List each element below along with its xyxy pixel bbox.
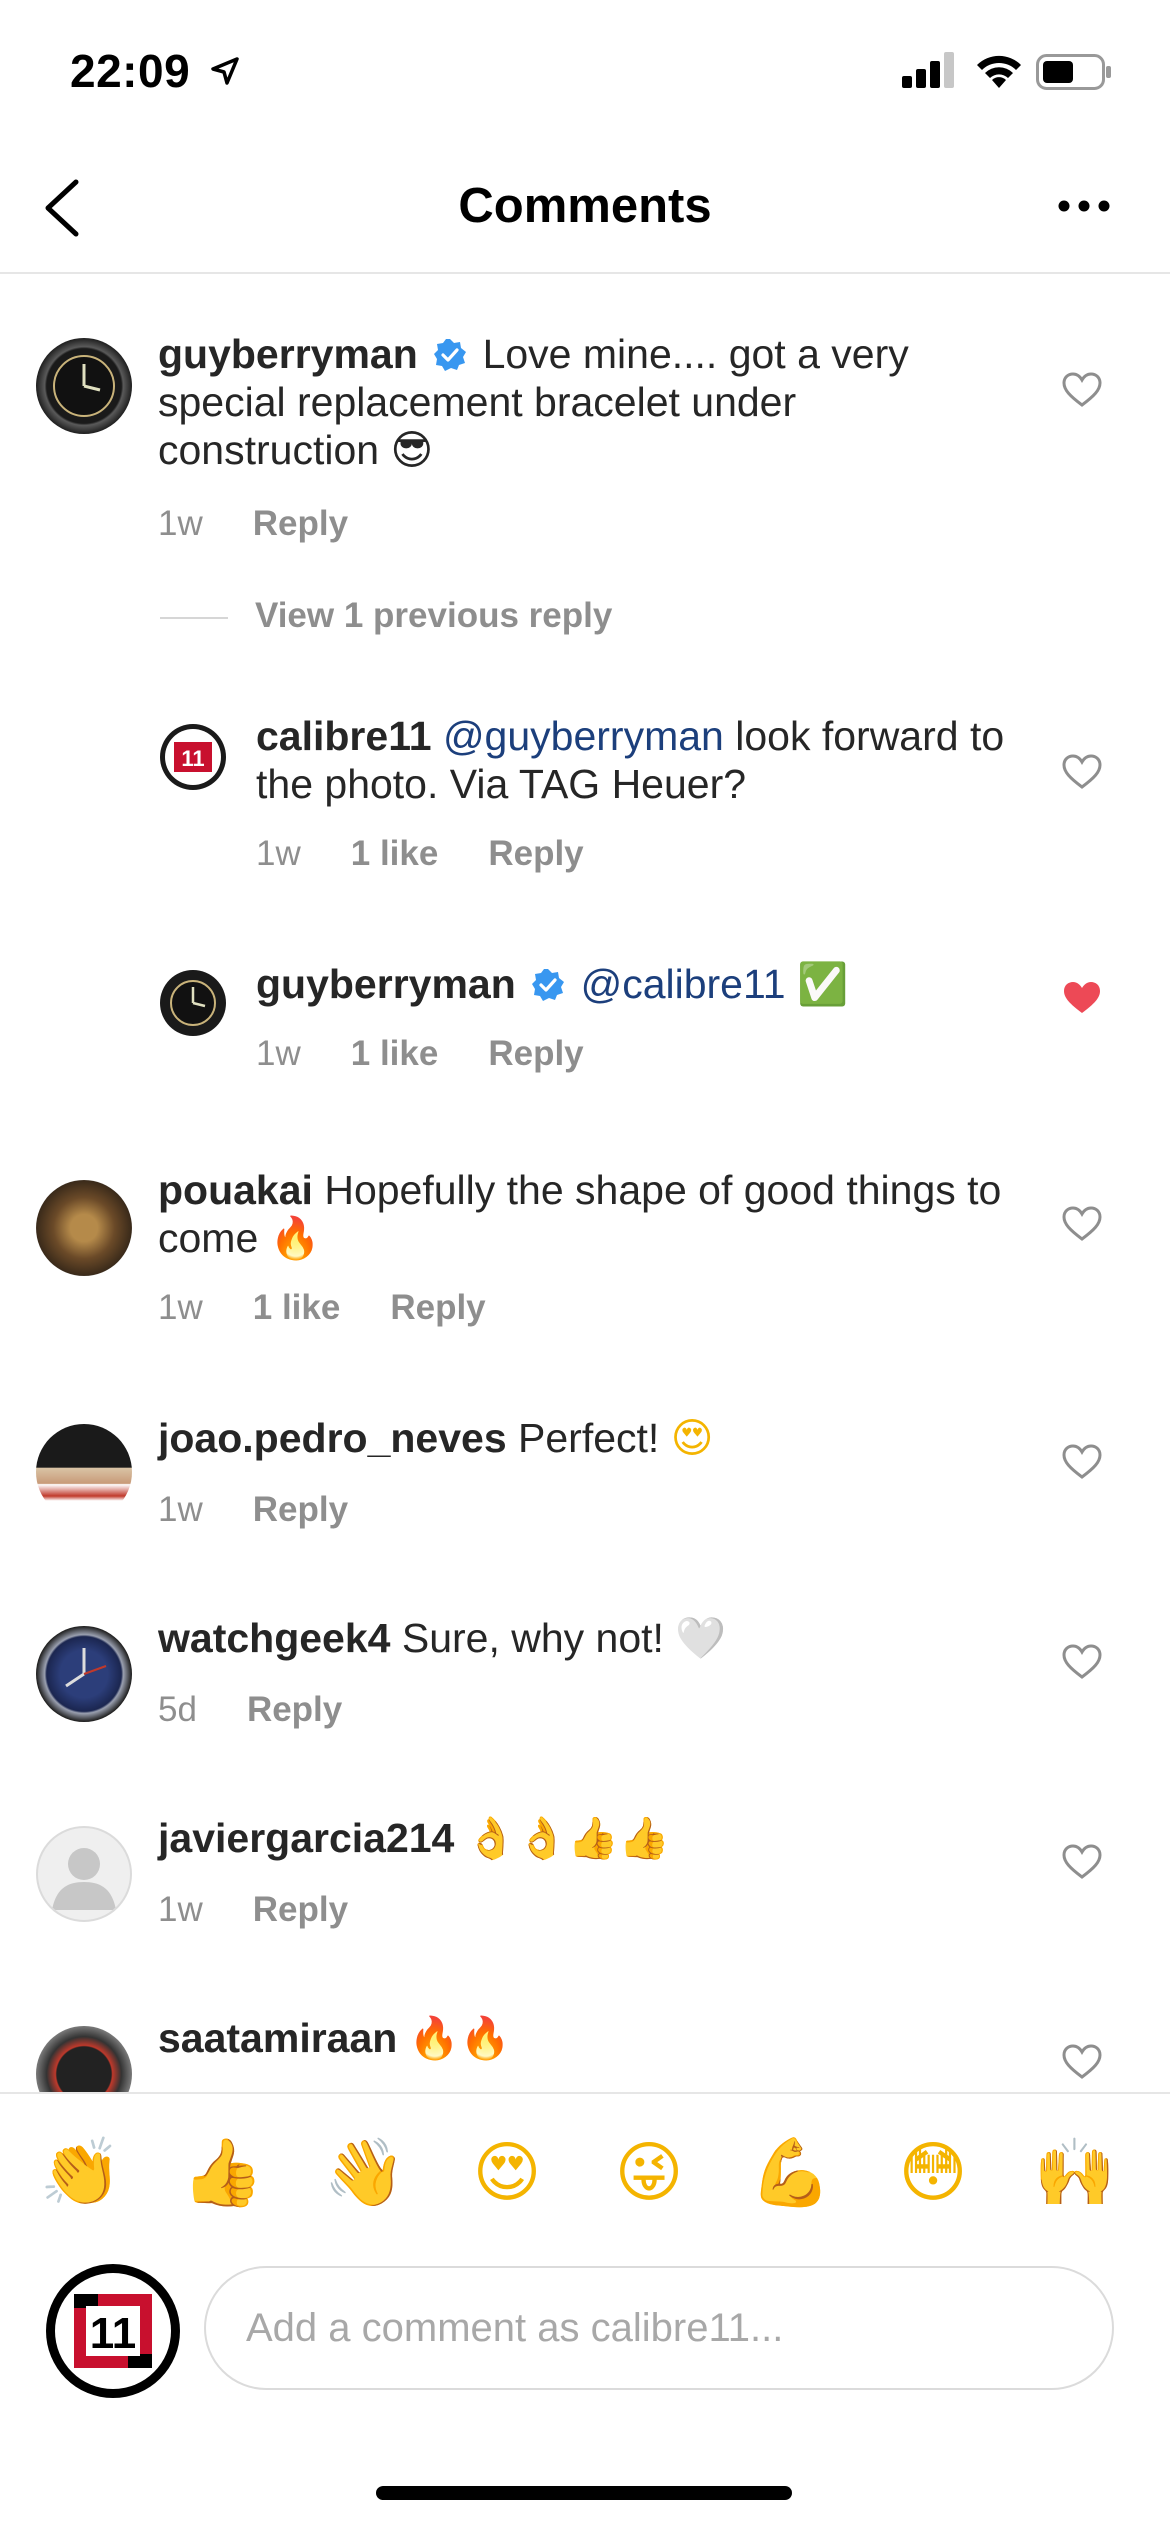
sunglasses-emoji: 😎 (390, 426, 434, 474)
verified-badge-icon (434, 339, 467, 371)
avatar[interactable] (36, 2026, 132, 2092)
comment-time: 1w (158, 1288, 203, 1327)
comment-meta: 1w 1 like Reply (158, 1288, 536, 1328)
likes-count[interactable]: 1 like (253, 1288, 341, 1327)
battery-icon (1036, 54, 1111, 90)
waving-hand-emoji-button[interactable]: 👋 (320, 2128, 410, 2218)
comment-body: guyberryman @calibre11 ✅ (256, 960, 1016, 1008)
comment-time: 1w (158, 504, 203, 543)
comment-time: 1w (158, 1490, 203, 1529)
verified-badge-icon (532, 969, 565, 1001)
heart-outline-icon[interactable] (1062, 1444, 1102, 1480)
heart-eyes-emoji: 😍 (670, 1414, 714, 1462)
avatar[interactable] (160, 970, 226, 1036)
comment-time: 1w (158, 1890, 203, 1929)
mention-link[interactable]: @calibre11 (581, 961, 786, 1007)
comment-username[interactable]: joao.pedro_neves (158, 1415, 507, 1461)
white-heart-emoji: 🤍 (675, 1614, 727, 1662)
comment-username[interactable]: guyberryman (158, 331, 418, 377)
emoji-quick-bar: 👏 👍 👋 😍 😜 💪 😳 🙌 (0, 2092, 1170, 2264)
cellular-signal-icon (902, 52, 954, 88)
winking-tongue-emoji-button[interactable]: 😜 (604, 2128, 694, 2218)
comment-body: javiergarcia214 👌👌👍👍 (158, 1814, 1008, 1862)
comment-body: guyberryman Love mine.... got a very spe… (158, 330, 1008, 474)
heart-outline-icon[interactable] (1062, 2044, 1102, 2080)
nav-bar: Comments (0, 140, 1170, 274)
comment-body: pouakai Hopefully the shape of good thin… (158, 1166, 1008, 1262)
likes-count[interactable]: 1 like (351, 834, 439, 873)
comment-meta: 5d Reply (158, 1690, 392, 1730)
home-indicator (376, 2486, 792, 2500)
comment-meta: 1w Reply (158, 504, 398, 544)
check-mark-emoji: ✅ (796, 960, 849, 1008)
location-arrow-icon (211, 57, 239, 85)
comment-time: 5d (158, 1690, 197, 1729)
divider (160, 617, 228, 619)
current-user-avatar: 11 (46, 2264, 180, 2398)
reply-button[interactable]: Reply (390, 1288, 485, 1327)
heart-outline-icon[interactable] (1062, 754, 1102, 790)
comment-meta: 1w Reply (158, 1490, 398, 1530)
comment-username[interactable]: calibre11 (256, 713, 432, 759)
heart-outline-icon[interactable] (1062, 1844, 1102, 1880)
comment-time: 1w (256, 834, 301, 873)
comment-username[interactable]: guyberryman (256, 961, 516, 1007)
avatar[interactable] (36, 1424, 132, 1520)
comment-username[interactable]: pouakai (158, 1167, 313, 1213)
heart-eyes-emoji-button[interactable]: 😍 (462, 2128, 552, 2218)
comment-body: calibre11 @guyberryman look forward to t… (256, 712, 1016, 808)
comment-input[interactable] (204, 2266, 1114, 2390)
avatar[interactable] (36, 338, 132, 434)
avatar[interactable]: 11 (160, 724, 226, 790)
comment-meta: 1w Reply (158, 1890, 398, 1930)
clapping-hands-emoji-button[interactable]: 👏 (36, 2128, 126, 2218)
reply-button[interactable]: Reply (247, 1690, 342, 1729)
comment-text: Perfect! (518, 1415, 660, 1461)
avatar[interactable] (36, 1180, 132, 1276)
view-previous-replies-button[interactable]: View 1 previous reply (255, 596, 612, 636)
mention-link[interactable]: @guyberryman (443, 713, 724, 759)
reply-button[interactable]: Reply (253, 504, 348, 543)
fire-emoji: 🔥 (269, 1214, 321, 1262)
flushed-face-emoji-button[interactable]: 😳 (888, 2128, 978, 2218)
comment-time: 1w (256, 1034, 301, 1073)
page-title: Comments (458, 179, 712, 233)
fire-emoji: 🔥🔥 (408, 2014, 511, 2062)
heart-outline-icon[interactable] (1062, 1644, 1102, 1680)
reply-button[interactable]: Reply (488, 1034, 583, 1073)
comment-text: Sure, why not! (401, 1615, 664, 1661)
heart-outline-icon[interactable] (1062, 372, 1102, 408)
heart-outline-icon[interactable] (1062, 1206, 1102, 1242)
svg-text:11: 11 (90, 2309, 137, 2358)
heart-filled-icon[interactable] (1062, 980, 1102, 1016)
wifi-icon (977, 55, 1021, 88)
more-options-icon[interactable] (1056, 196, 1112, 216)
svg-text:11: 11 (181, 746, 204, 771)
avatar[interactable] (36, 1626, 132, 1722)
comment-meta: 1w 1 like Reply (256, 834, 634, 874)
reply-button[interactable]: Reply (488, 834, 583, 873)
status-time: 22:09 (70, 45, 191, 97)
comment-body: joao.pedro_neves Perfect! 😍 (158, 1414, 1008, 1462)
reply-button[interactable]: Reply (253, 1890, 348, 1929)
comment-username[interactable]: javiergarcia214 (158, 1815, 454, 1861)
status-bar: 22:09 (0, 0, 1170, 140)
comment-username[interactable]: watchgeek4 (158, 1615, 390, 1661)
comments-list[interactable]: guyberryman Love mine.... got a very spe… (0, 272, 1170, 2092)
likes-count[interactable]: 1 like (351, 1034, 439, 1073)
comment-meta: 1w 1 like Reply (256, 1034, 634, 1074)
avatar[interactable] (36, 1826, 132, 1922)
raising-hands-emoji-button[interactable]: 🙌 (1030, 2128, 1120, 2218)
thumbs-up-emoji-button[interactable]: 👍 (178, 2128, 268, 2218)
comment-username[interactable]: saatamiraan (158, 2015, 397, 2061)
comment-body: watchgeek4 Sure, why not! 🤍 (158, 1614, 1008, 1662)
ok-thumbs-emoji: 👌👌👍👍 (465, 1814, 670, 1862)
reply-button[interactable]: Reply (253, 1490, 348, 1529)
flexed-biceps-emoji-button[interactable]: 💪 (746, 2128, 836, 2218)
comment-body: saatamiraan 🔥🔥 (158, 2014, 1008, 2062)
